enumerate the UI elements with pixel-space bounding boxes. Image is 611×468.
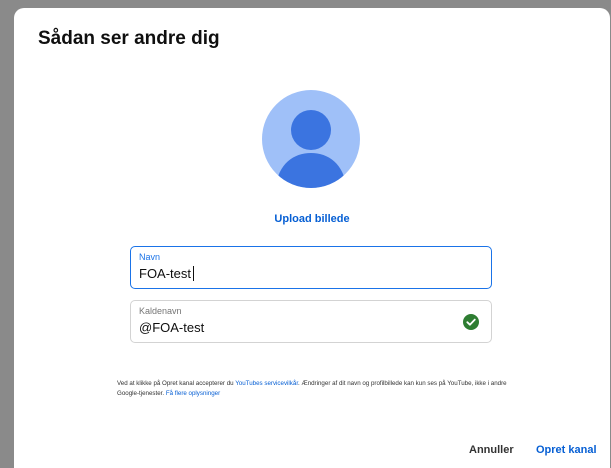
handle-field[interactable]: Kaldenavn @FOA-test bbox=[130, 300, 492, 343]
name-field[interactable]: Navn FOA-test bbox=[130, 246, 492, 289]
name-field-label: Navn bbox=[139, 252, 161, 262]
learn-more-link[interactable]: Få flere oplysninger bbox=[166, 390, 220, 397]
dialog-title: Sådan ser andre dig bbox=[38, 28, 220, 49]
upload-picture-link[interactable]: Upload billede bbox=[14, 213, 610, 225]
name-input-value: FOA-test bbox=[139, 266, 192, 281]
create-channel-button[interactable]: Opret kanal bbox=[536, 444, 597, 456]
name-input[interactable]: FOA-test bbox=[139, 266, 195, 281]
handle-input[interactable]: @FOA-test bbox=[139, 320, 204, 335]
terms-part1: Ved at klikke på Opret kanal accepterer … bbox=[117, 380, 236, 387]
handle-field-label: Kaldenavn bbox=[139, 306, 182, 316]
terms-text: Ved at klikke på Opret kanal accepterer … bbox=[117, 379, 517, 399]
create-channel-dialog: Sådan ser andre dig Upload billede Navn … bbox=[14, 8, 610, 468]
terms-of-service-link[interactable]: YouTubes servicevilkår bbox=[235, 380, 298, 387]
text-caret bbox=[193, 266, 195, 281]
avatar bbox=[262, 90, 360, 188]
default-profile-avatar-icon bbox=[275, 110, 347, 188]
cancel-button[interactable]: Annuller bbox=[469, 444, 514, 456]
check-circle-icon bbox=[463, 314, 479, 330]
